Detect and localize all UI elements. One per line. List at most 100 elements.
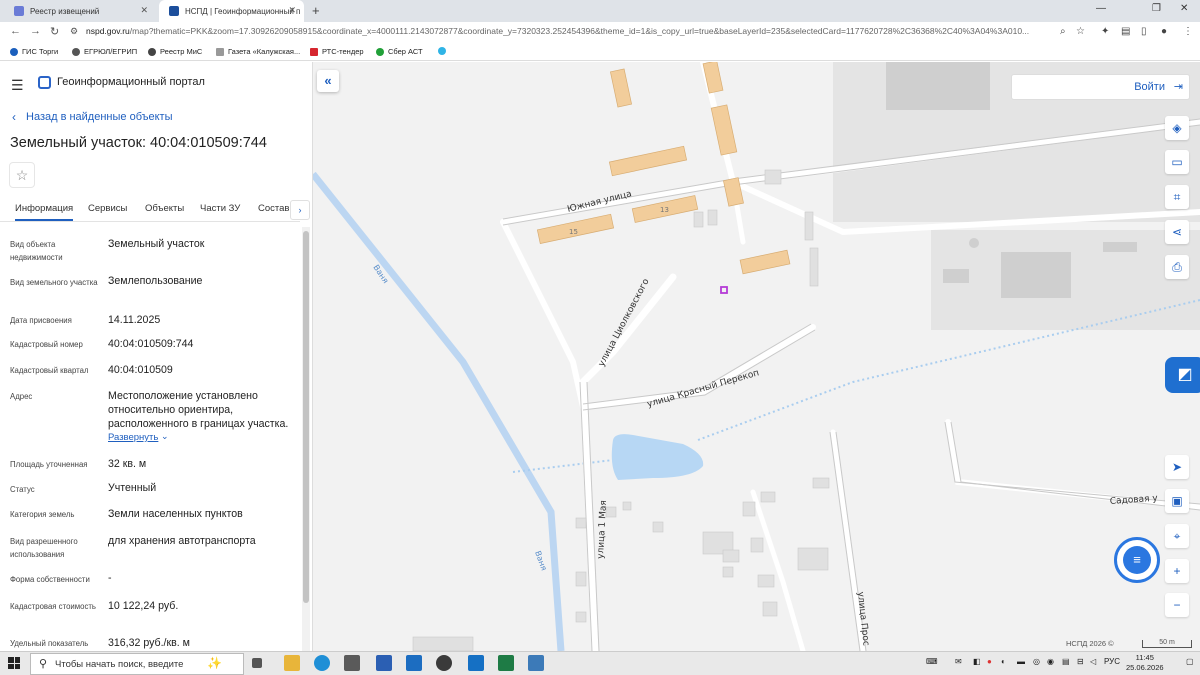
forward-arrow-icon[interactable]: → (30, 25, 41, 37)
bookmark-gazeta[interactable]: Газета «Калужская... (216, 47, 300, 56)
bookmark-rts-tender[interactable]: РТС-тендер (310, 47, 364, 56)
close-tab-icon[interactable]: ✕ (140, 5, 148, 16)
property-value: 40:04:010509 (108, 364, 173, 376)
excel-icon[interactable] (498, 655, 514, 671)
favorite-star-icon[interactable]: ☆ (9, 162, 35, 188)
extensions-icon[interactable]: ✦ (1101, 26, 1109, 37)
bookmark-label: Сбер АСТ (388, 47, 423, 56)
tray-icon[interactable]: ▤ (1062, 657, 1070, 666)
tray-icon[interactable]: ◧ (973, 657, 981, 666)
chat-button[interactable]: ≡ (1114, 537, 1160, 583)
tab-parts[interactable]: Части ЗУ (200, 203, 240, 214)
navigate-icon[interactable]: ➤ (1165, 455, 1189, 479)
menu-dots-icon[interactable]: ⋮ (1183, 26, 1193, 37)
collapse-panel-button[interactable]: « (317, 70, 339, 92)
browser-tab-registry[interactable]: Реестр извещений ✕ (4, 0, 156, 22)
word-icon[interactable] (376, 655, 392, 671)
bookmark-extra[interactable] (438, 47, 450, 55)
tray-icon[interactable]: ◎ (1033, 657, 1040, 666)
bookmark-reestr-mis[interactable]: Реестр МиС (148, 47, 202, 56)
layers-icon[interactable]: ◈ (1165, 116, 1189, 140)
reading-list-icon[interactable]: ▤ (1121, 26, 1130, 37)
tabs-scroll-right-button[interactable]: › (290, 200, 310, 220)
chevron-down-icon[interactable]: ⌄ (161, 431, 169, 442)
minimize-icon[interactable]: — (1096, 3, 1106, 14)
browser-tab-nspd[interactable]: НСПД | Геоинформационный п ✕ (159, 0, 304, 22)
tab-composition[interactable]: Состав (258, 203, 289, 214)
tray-icon[interactable]: ◉ (1047, 657, 1054, 666)
building (742, 501, 756, 517)
volume-icon[interactable]: ◁ (1090, 657, 1096, 666)
screen-icon[interactable]: ▣ (1165, 489, 1189, 513)
url-field[interactable]: nspd.gov.ru/map?thematic=PKK&zoom=17.309… (86, 26, 1056, 36)
bookmark-egrul[interactable]: ЕГРЮЛ/ЕГРИП (72, 47, 137, 56)
basemap-switch-icon[interactable]: ◩ (1165, 357, 1200, 393)
tray-icon[interactable]: ▬ (1017, 657, 1025, 666)
taskbar-clock[interactable]: 11:45 25.06.2026 (1126, 653, 1164, 673)
building (804, 211, 814, 241)
property-label: Площадь уточненная (10, 460, 88, 469)
outlook-icon[interactable] (468, 655, 484, 671)
building (722, 566, 734, 578)
print-icon[interactable]: ⎙ (1165, 255, 1189, 279)
ruler-icon[interactable]: ▭ (1165, 150, 1189, 174)
expand-address-link[interactable]: Развернуть (108, 432, 158, 443)
share-icon[interactable]: ⋖ (1165, 220, 1189, 244)
login-button[interactable]: Войти ⇥ (1011, 74, 1190, 100)
browser-tab-strip: Реестр извещений ✕ НСПД | Геоинформацион… (0, 0, 1200, 22)
tab-services[interactable]: Сервисы (88, 203, 127, 214)
property-value: 316,32 руб./кв. м (108, 637, 190, 649)
building (722, 549, 740, 563)
close-tab-icon[interactable]: ✕ (288, 5, 296, 16)
zoom-icon[interactable]: ⌕ (1060, 26, 1066, 37)
new-tab-button[interactable]: + (312, 3, 320, 18)
mail-icon[interactable] (406, 655, 422, 671)
tray-icon[interactable]: ✉ (955, 657, 962, 666)
tab-favicon-icon (14, 6, 24, 16)
network-icon[interactable]: ⊟ (1077, 657, 1084, 666)
tray-keyboard-icon[interactable]: ⌨ (926, 657, 938, 666)
building (739, 249, 791, 275)
notifications-icon[interactable]: ▢ (1186, 657, 1194, 666)
language-indicator[interactable]: РУС (1104, 657, 1120, 666)
address-bar: ← → ↻ ⚙ nspd.gov.ru/map?thematic=PKK&zoo… (0, 22, 1200, 43)
tab-information[interactable]: Информация (15, 203, 74, 221)
sidebar-icon[interactable]: ▯ (1141, 26, 1147, 37)
selected-parcel-marker[interactable] (720, 286, 728, 294)
edge-icon[interactable] (314, 655, 330, 671)
profile-avatar-icon[interactable]: ● (1161, 26, 1167, 37)
back-to-results-link[interactable]: ‹ Назад в найденные объекты (12, 110, 173, 124)
bookmark-sber-ast[interactable]: Сбер АСТ (376, 47, 423, 56)
hamburger-menu-icon[interactable]: ☰ (11, 77, 24, 94)
tab-objects[interactable]: Объекты (145, 203, 184, 214)
back-arrow-icon[interactable]: ← (10, 25, 21, 37)
calculator-icon[interactable] (528, 655, 544, 671)
map-canvas[interactable]: Южная улица улица Циолковского улица Кра… (313, 62, 1200, 651)
task-view-icon[interactable] (252, 658, 262, 668)
store-icon[interactable] (344, 655, 360, 671)
house-number: 15 (569, 228, 578, 236)
map-view[interactable]: Южная улица улица Циолковского улица Кра… (313, 62, 1200, 651)
search-icon: ⚲ (39, 658, 48, 670)
zoom-out-button[interactable]: − (1165, 593, 1189, 617)
reload-icon[interactable]: ↻ (50, 25, 59, 38)
taskbar-search-box[interactable]: ⚲ Чтобы начать поиск, введите ✨ (30, 653, 244, 675)
tray-icon[interactable]: ● (987, 657, 992, 666)
locate-icon[interactable]: ⌖ (1165, 524, 1189, 548)
area-select-icon[interactable]: ⌗ (1165, 185, 1189, 209)
maximize-icon[interactable]: ❐ (1152, 3, 1161, 14)
site-info-icon[interactable]: ⚙ (70, 26, 78, 37)
panel-scroll-thumb[interactable] (303, 231, 309, 603)
file-explorer-icon[interactable] (284, 655, 300, 671)
windows-start-icon[interactable] (8, 657, 20, 669)
bookmark-gis-torgi[interactable]: ГИС Торги (10, 47, 58, 56)
building (764, 169, 782, 185)
bookmark-star-icon[interactable]: ☆ (1076, 26, 1085, 37)
tray-icon[interactable]: ◐ (1001, 657, 1006, 666)
river-vanya (313, 171, 565, 651)
chrome-icon[interactable] (436, 655, 452, 671)
close-window-icon[interactable]: ✕ (1180, 3, 1188, 14)
zoom-in-button[interactable]: + (1165, 559, 1189, 583)
bookmark-label: РТС-тендер (322, 47, 364, 56)
bookmark-icon (376, 47, 384, 56)
